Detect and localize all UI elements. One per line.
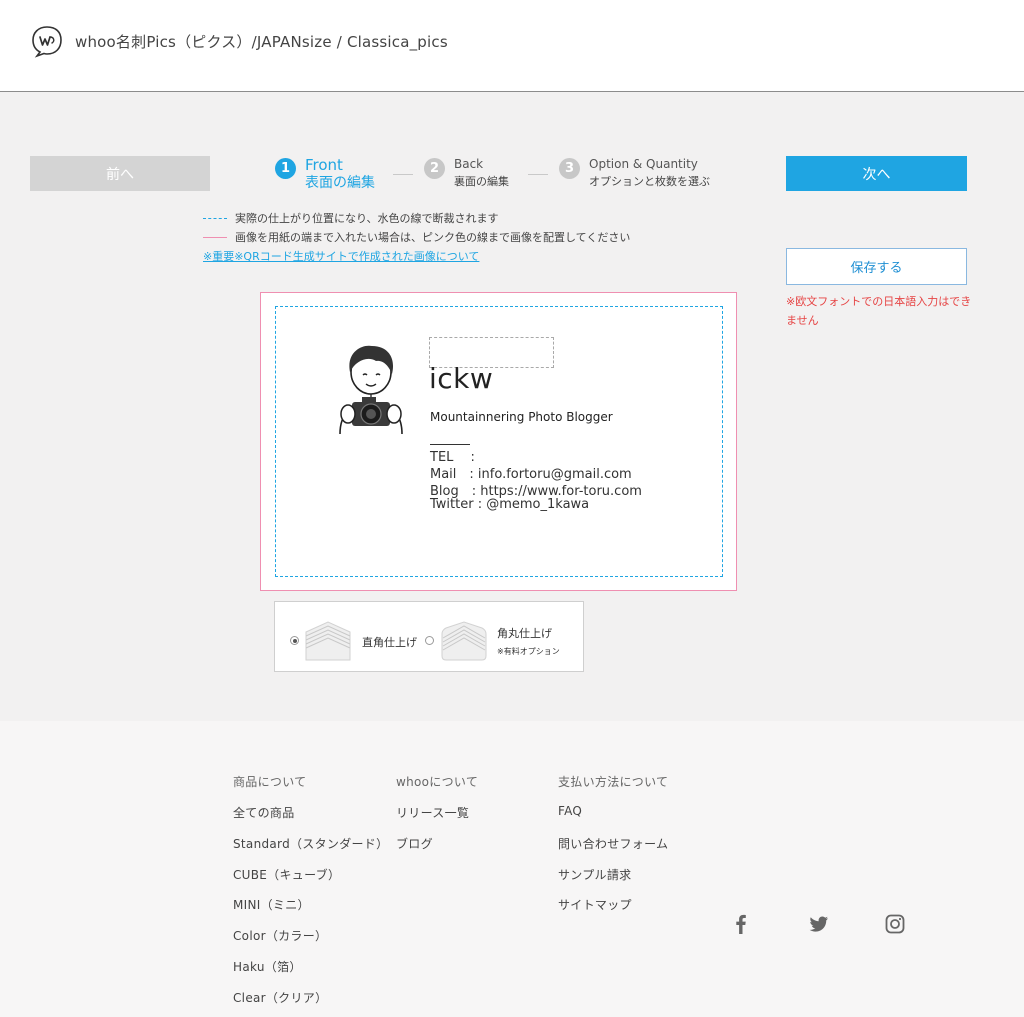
step-option-quantity[interactable]: 3 Option & Quantity オプションと枚数を選ぶ (559, 156, 710, 190)
step-number: 2 (424, 158, 445, 179)
footer-link[interactable]: Clear（クリア） (233, 989, 327, 1006)
corner-finish-selector: 直角仕上げ 角丸仕上げ ※有料オプション (274, 601, 584, 672)
solid-line-swatch (203, 236, 227, 238)
step-connector (528, 174, 548, 175)
footer-link[interactable]: 問い合わせフォーム (558, 835, 668, 852)
twitter-icon[interactable] (808, 913, 830, 935)
next-button[interactable]: 次へ (786, 156, 967, 191)
footer-link[interactable]: whooについて (396, 773, 478, 790)
trim-area: ickw Mountainnering Photo Blogger TEL : … (275, 306, 723, 577)
page-title: whoo名刺Pics（ピクス）/JAPANsize / Classica_pic… (75, 33, 448, 51)
site-footer (0, 721, 1024, 1017)
step-label-en: Back (454, 157, 484, 171)
legend-text: 実際の仕上がり位置になり、水色の線で断裁されます (235, 212, 499, 225)
prev-button[interactable]: 前へ (30, 156, 210, 191)
step-label-jp: オプションと枚数を選ぶ (589, 175, 710, 188)
footer-link[interactable]: Color（カラー） (233, 927, 327, 944)
card-canvas[interactable]: ickw Mountainnering Photo Blogger TEL : … (260, 292, 737, 591)
step-number: 1 (275, 158, 296, 179)
legend-text: 画像を用紙の端まで入れたい場合は、ピンク色の線まで画像を配置してください (235, 231, 631, 244)
card-divider (430, 444, 470, 445)
whoo-logo-icon[interactable] (30, 24, 64, 58)
save-button[interactable]: 保存する (786, 248, 967, 285)
square-finish-radio[interactable] (290, 636, 299, 645)
footer-link[interactable]: ブログ (396, 835, 433, 852)
step-front[interactable]: 1 Front 表面の編集 (275, 156, 375, 192)
instagram-icon[interactable] (884, 913, 906, 935)
rounded-card-icon (440, 616, 488, 664)
footer-link[interactable]: MINI（ミニ） (233, 896, 310, 913)
footer-link[interactable]: 全ての商品 (233, 804, 295, 821)
square-card-icon (304, 616, 352, 664)
font-warning: ※欧文フォントでの日本語入力はできません (786, 295, 972, 327)
round-finish-radio[interactable] (425, 636, 434, 645)
step-back[interactable]: 2 Back 裏面の編集 (424, 156, 509, 190)
legend-bleed-line: 画像を用紙の端まで入れたい場合は、ピンク色の線まで画像を配置してください (203, 229, 630, 245)
round-finish-note: ※有料オプション (497, 647, 560, 656)
dashed-line-swatch (203, 217, 227, 219)
step-connector (393, 174, 413, 175)
footer-link[interactable]: サイトマップ (558, 896, 632, 913)
footer-link[interactable]: FAQ (558, 804, 582, 818)
footer-link[interactable]: サンプル請求 (558, 866, 631, 883)
card-twitter[interactable]: Twitter : @memo_1kawa (430, 497, 589, 512)
site-header: whoo名刺Pics（ピクス）/JAPANsize / Classica_pic… (0, 0, 1024, 92)
qr-notice-link[interactable]: ※重要※QRコード生成サイトで作成された画像について (203, 248, 479, 264)
square-finish-label[interactable]: 直角仕上げ (362, 634, 417, 650)
footer-link[interactable]: 支払い方法について (558, 773, 668, 790)
legend-cut-line: 実際の仕上がり位置になり、水色の線で断裁されます (203, 210, 499, 226)
footer-link[interactable]: CUBE（キューブ） (233, 866, 340, 883)
photographer-illustration[interactable] (332, 342, 410, 434)
step-label-jp: 裏面の編集 (454, 175, 509, 188)
step-label-en: Front (305, 156, 343, 174)
step-label-jp: 表面の編集 (305, 175, 375, 191)
card-role[interactable]: Mountainnering Photo Blogger (430, 410, 613, 424)
card-name[interactable]: ickw (429, 364, 493, 394)
footer-link[interactable]: Haku（箔） (233, 958, 302, 975)
round-finish-label[interactable]: 角丸仕上げ (497, 625, 552, 641)
step-number: 3 (559, 158, 580, 179)
step-label-en: Option & Quantity (589, 157, 698, 171)
footer-link[interactable]: リリース一覧 (396, 804, 469, 821)
facebook-icon[interactable] (730, 913, 752, 935)
footer-link[interactable]: 商品について (233, 773, 306, 790)
footer-link[interactable]: Standard（スタンダード） (233, 835, 388, 852)
